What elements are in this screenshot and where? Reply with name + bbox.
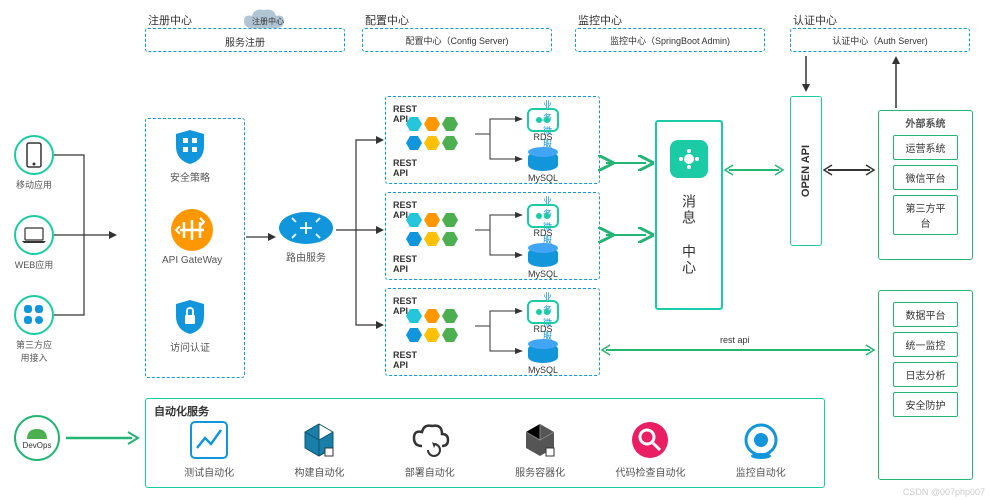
auto-build: 构建自动化 <box>269 420 369 479</box>
chart-icon <box>189 420 229 460</box>
auto-test: 测试自动化 <box>159 420 259 479</box>
open-api: OPEN API <box>790 96 822 246</box>
laptop-icon <box>21 226 47 244</box>
plat-sec: 安全防护 <box>893 392 958 417</box>
watermark: CSDN @007php007 <box>903 487 985 497</box>
shield-icon <box>171 128 209 166</box>
client-third <box>14 295 54 335</box>
message-center: 消息 中心 <box>655 120 723 310</box>
camera-icon <box>741 420 781 460</box>
box-config: 配置中心（Config Server) <box>362 28 552 52</box>
ext-wx: 微信平台 <box>893 165 958 190</box>
arrow-auth-up <box>890 54 910 112</box>
plat-data: 数据平台 <box>893 302 958 327</box>
cloud-label: 注册中心 <box>252 16 284 27</box>
arrow-devops <box>62 430 140 446</box>
header-reg: 注册中心 <box>148 12 192 28</box>
shield-lock-icon <box>171 298 209 336</box>
helmet-icon <box>25 427 49 441</box>
arrow-openapi-ext <box>824 160 876 180</box>
api-gateway: API GateWay <box>162 208 222 266</box>
auto-code: 代码检查自动化 <box>600 420 700 479</box>
box-service-reg: 服务注册 <box>145 28 345 52</box>
line-clients <box>54 150 149 330</box>
security-policy: 安全策略 <box>170 128 210 184</box>
box-auth: 认证中心（Auth Server) <box>790 28 970 52</box>
auto-deploy: 部署自动化 <box>380 420 480 479</box>
client-third-label: 第三方应 用接入 <box>10 338 58 364</box>
automation-container: 自动化服务 测试自动化 构建自动化 部署自动化 服务容器化 代码检查自动化 监控… <box>145 398 825 488</box>
header-auth: 认证中心 <box>793 12 837 28</box>
external-systems: 外部系统 运营系统 微信平台 第三方平台 <box>878 110 973 260</box>
access-auth: 访问认证 <box>170 298 210 354</box>
auto-container: 服务容器化 <box>490 420 590 479</box>
rest-api-label: rest api <box>720 335 750 345</box>
auto-monitor: 监控自动化 <box>711 420 811 479</box>
cloud-sync-icon <box>410 420 450 460</box>
plat-monitor: 统一监控 <box>893 332 958 357</box>
cube2-icon <box>520 420 560 460</box>
arrow-gw-router <box>246 232 276 242</box>
client-web <box>14 215 54 255</box>
header-mon: 监控中心 <box>578 12 622 28</box>
router-icon <box>278 210 334 246</box>
router-service: 路由服务 <box>278 210 334 264</box>
mobile-icon <box>25 142 43 168</box>
plat-log: 日志分析 <box>893 362 958 387</box>
arrow-auth-down <box>800 54 820 94</box>
apps-icon <box>23 304 45 326</box>
header-cfg: 配置中心 <box>365 12 409 28</box>
gateway-icon <box>170 208 214 252</box>
box-monitor: 监控中心（SpringBoot Admin) <box>575 28 765 52</box>
mysql-icon: MySQL <box>528 151 558 183</box>
message-icon <box>670 140 708 178</box>
platforms: 数据平台 统一监控 日志分析 安全防护 <box>878 290 973 480</box>
search-icon <box>630 420 670 460</box>
cube-icon <box>299 420 339 460</box>
arrow-router-fanout <box>336 130 386 340</box>
client-mobile-label: 移动应用 <box>14 178 54 191</box>
client-mobile <box>14 135 54 175</box>
ext-third: 第三方平台 <box>893 195 958 235</box>
arrow-ms-msg <box>602 135 652 335</box>
ext-op: 运营系统 <box>893 135 958 160</box>
devops: DevOps <box>14 415 60 461</box>
rds-icon: RDS <box>527 108 559 142</box>
arrow-msg-openapi <box>725 160 785 180</box>
client-web-label: WEB应用 <box>12 258 56 271</box>
